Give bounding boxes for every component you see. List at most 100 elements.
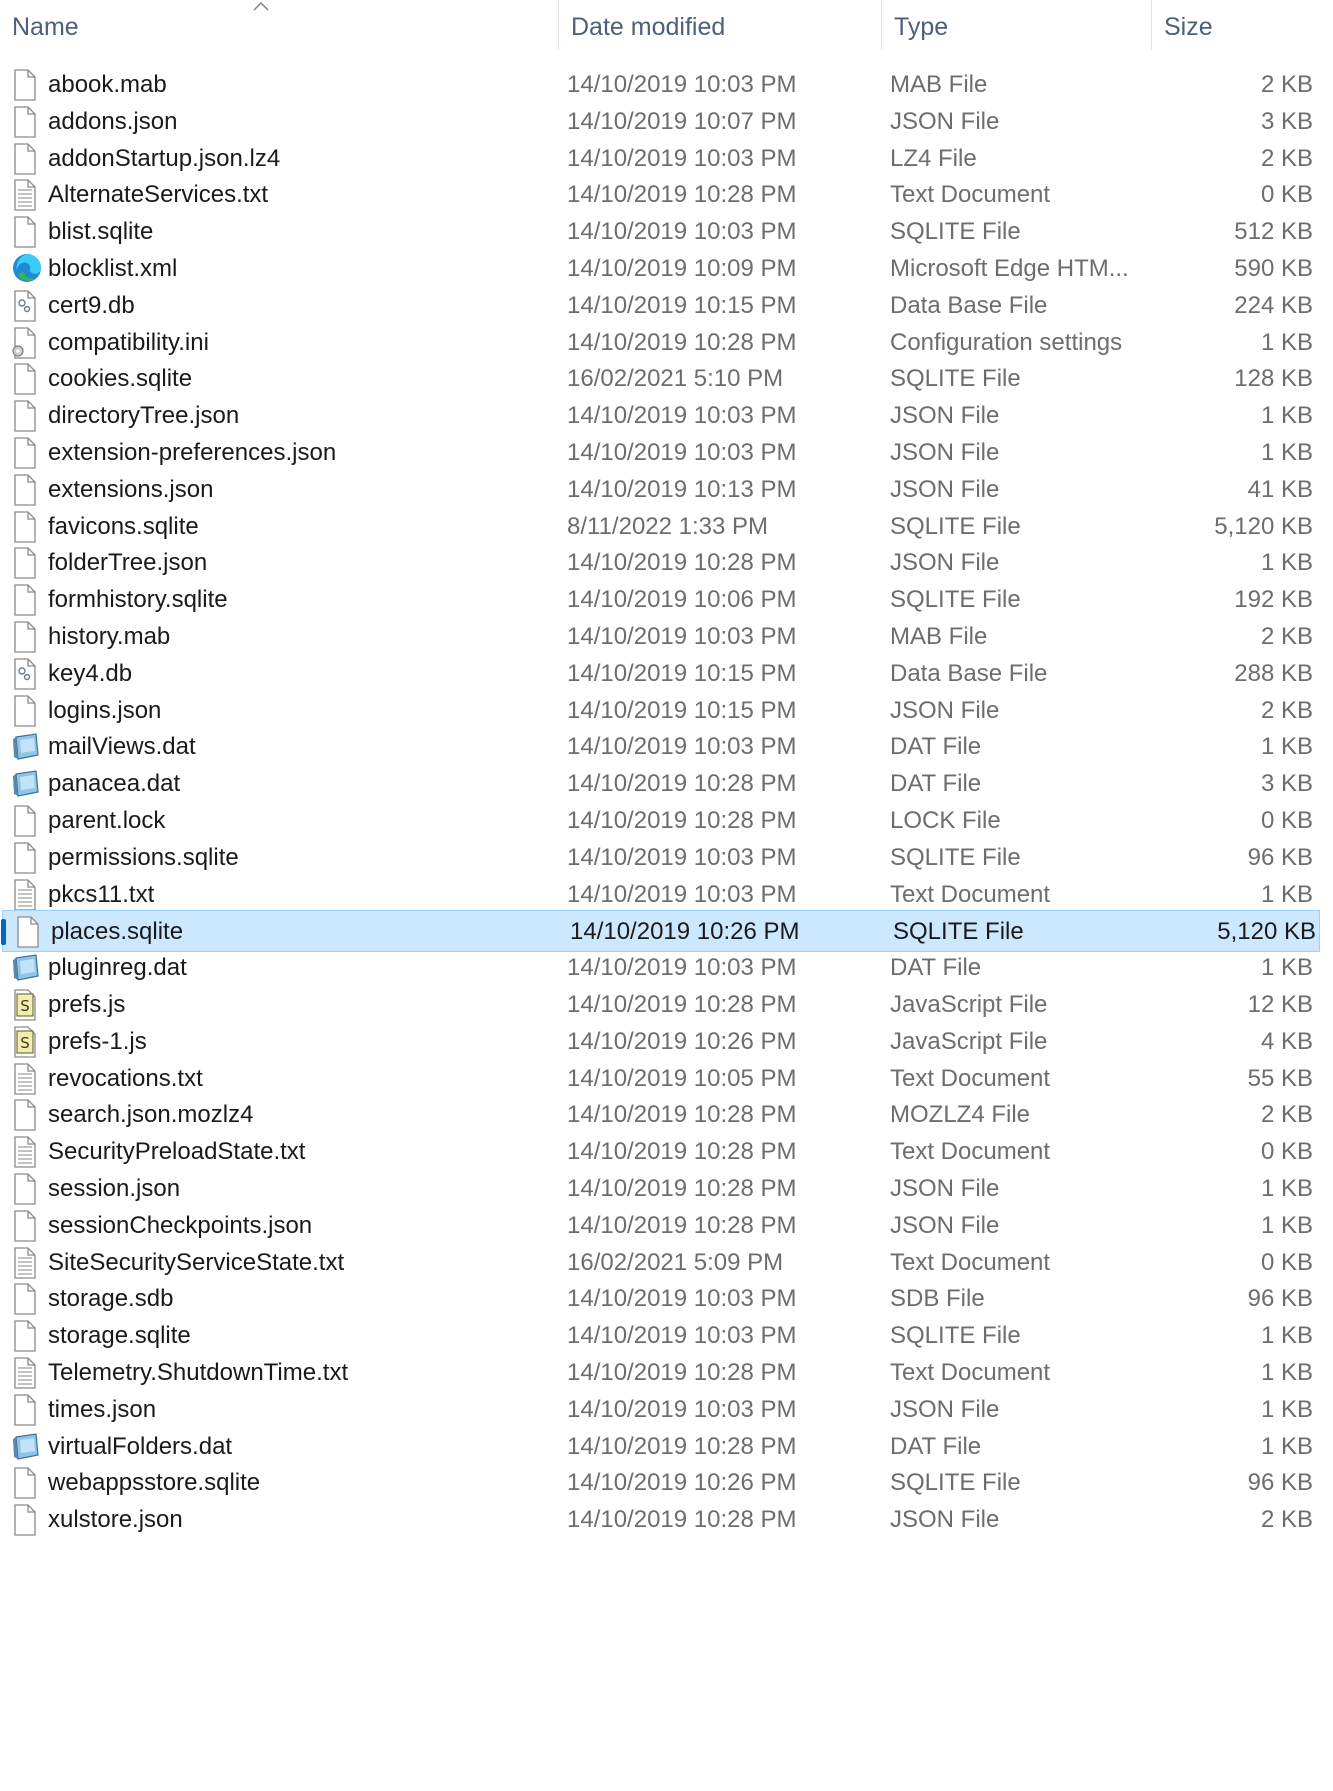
list-item[interactable]: storage.sqlite 14/10/2019 10:03 PM SQLITE … — [0, 1315, 1320, 1357]
list-item[interactable]: cookies.sqlite 16/02/2021 5:10 PM SQLITE F… — [0, 358, 1320, 400]
list-item[interactable]: extensions.json 14/10/2019 10:13 PM JSON F… — [0, 469, 1320, 511]
list-item[interactable]: parent.lock 14/10/2019 10:28 PM LOCK File 0… — [0, 800, 1320, 842]
file-size: 1 KB — [1260, 1359, 1313, 1386]
file-icon — [12, 805, 40, 837]
file-size: 128 KB — [1234, 365, 1313, 392]
file-type: JSON File — [890, 1506, 1000, 1533]
list-item[interactable]: search.json.mozlz4 14/10/2019 10:28 PM MOZ… — [0, 1094, 1320, 1136]
file-type: SQLITE File — [890, 844, 1021, 871]
list-item[interactable]: webappsstore.sqlite 14/10/2019 10:26 PM SQ… — [0, 1462, 1320, 1504]
file-size: 1 KB — [1260, 1212, 1313, 1239]
list-item[interactable]: session.json 14/10/2019 10:28 PM JSON File… — [0, 1168, 1320, 1210]
list-item[interactable]: abook.mab 14/10/2019 10:03 PM MAB File 2 KB — [0, 64, 1320, 106]
file-size: 2 KB — [1260, 1506, 1313, 1533]
list-item[interactable]: directoryTree.json 14/10/2019 10:03 PM JSO… — [0, 395, 1320, 437]
file-name: permissions.sqlite — [48, 844, 239, 871]
list-item[interactable]: pluginreg.dat 14/10/2019 10:03 PM DAT File… — [0, 947, 1320, 989]
list-item[interactable]: blist.sqlite 14/10/2019 10:03 PM SQLITE Fi… — [0, 211, 1320, 253]
date-modified: 14/10/2019 10:28 PM — [567, 181, 797, 208]
date-modified: 14/10/2019 10:28 PM — [567, 1212, 797, 1239]
file-list[interactable]: storage14/10/2019 10:03 PMFile folderabo… — [0, 42, 1333, 1791]
column-header-size[interactable]: Size — [1151, 0, 1321, 50]
file-name: SecurityPreloadState.txt — [48, 1138, 306, 1165]
list-item[interactable]: sessionCheckpoints.json 14/10/2019 10:28 … — [0, 1205, 1320, 1247]
file-size: 0 KB — [1260, 1138, 1313, 1165]
list-item[interactable]: Sprefs-1.js 14/10/2019 10:26 PM JavaScript… — [0, 1021, 1320, 1063]
file-name: blist.sqlite — [48, 218, 154, 245]
column-header-type[interactable]: Type — [881, 0, 1151, 50]
file-size: 41 KB — [1247, 476, 1313, 503]
file-name: extension-preferences.json — [48, 439, 337, 466]
date-modified: 16/02/2021 5:10 PM — [567, 365, 784, 392]
file-name: directoryTree.json — [48, 402, 240, 429]
file-size: 1 KB — [1260, 733, 1313, 760]
list-item[interactable]: places.sqlite 14/10/2019 10:26 PM SQLITE F… — [1, 910, 1320, 952]
list-item[interactable]: folderTree.json 14/10/2019 10:28 PM JSON F… — [0, 542, 1320, 584]
selection-indicator — [1, 919, 6, 945]
column-header-bar: Name Date modified Type Size — [0, 0, 1333, 50]
file-type: MOZLZ4 File — [890, 1101, 1031, 1128]
file-name: extensions.json — [48, 476, 214, 503]
file-icon — [12, 621, 40, 653]
file-name: cookies.sqlite — [48, 365, 193, 392]
list-item[interactable]: panacea.dat 14/10/2019 10:28 PM DAT File 3 … — [0, 763, 1320, 805]
file-type: DAT File — [890, 954, 982, 981]
list-item[interactable]: SecurityPreloadState.txt 14/10/2019 10:28… — [0, 1131, 1320, 1173]
file-name: Telemetry.ShutdownTime.txt — [48, 1359, 349, 1386]
list-item[interactable]: xulstore.json 14/10/2019 10:28 PM JSON Fil… — [0, 1499, 1320, 1541]
file-type: JSON File — [890, 402, 1000, 429]
list-item[interactable]: storage.sdb 14/10/2019 10:03 PM SDB File 96… — [0, 1278, 1320, 1320]
file-name: key4.db — [48, 660, 133, 687]
file-icon — [12, 1394, 40, 1426]
date-modified: 14/10/2019 10:26 PM — [567, 1469, 797, 1496]
file-size: 512 KB — [1234, 218, 1313, 245]
database-file-icon — [12, 658, 40, 690]
file-type: MAB File — [890, 623, 988, 650]
list-item[interactable]: Telemetry.ShutdownTime.txt 14/10/2019 10:… — [0, 1352, 1320, 1394]
list-item[interactable]: history.mab 14/10/2019 10:03 PM MAB File 2 … — [0, 616, 1320, 658]
settings-file-icon — [12, 327, 40, 359]
list-item[interactable]: cert9.db 14/10/2019 10:15 PM Data Base Fil… — [0, 285, 1320, 327]
file-name: sessionCheckpoints.json — [48, 1212, 313, 1239]
column-header-name[interactable]: Name — [0, 0, 558, 50]
date-modified: 14/10/2019 10:26 PM — [567, 1028, 797, 1055]
date-modified: 14/10/2019 10:28 PM — [567, 549, 797, 576]
file-size: 2 KB — [1260, 71, 1313, 98]
date-modified: 14/10/2019 10:03 PM — [567, 844, 797, 871]
column-header-date-modified[interactable]: Date modified — [558, 0, 881, 50]
list-item[interactable]: permissions.sqlite 14/10/2019 10:03 PM SQL… — [0, 837, 1320, 879]
text-file-icon — [12, 1357, 40, 1389]
file-type: Data Base File — [890, 660, 1048, 687]
file-name: storage.sqlite — [48, 1322, 191, 1349]
file-type: Microsoft Edge HTM... — [890, 255, 1129, 282]
list-item[interactable]: formhistory.sqlite 14/10/2019 10:06 PM SQL… — [0, 579, 1320, 621]
list-item[interactable]: key4.db 14/10/2019 10:15 PM Data Base File… — [0, 653, 1320, 695]
file-size: 0 KB — [1260, 181, 1313, 208]
file-icon — [12, 216, 40, 248]
file-type: Data Base File — [890, 292, 1048, 319]
text-file-icon — [12, 1063, 40, 1095]
date-modified: 14/10/2019 10:06 PM — [567, 586, 797, 613]
list-item[interactable]: AlternateServices.txt 14/10/2019 10:28 PM… — [0, 174, 1320, 216]
date-modified: 14/10/2019 10:28 PM — [567, 1101, 797, 1128]
file-name: session.json — [48, 1175, 181, 1202]
date-modified: 14/10/2019 10:28 PM — [567, 1359, 797, 1386]
list-item[interactable]: addons.json 14/10/2019 10:07 PM JSON File 3… — [0, 101, 1320, 143]
file-size: 96 KB — [1247, 844, 1313, 871]
svg-text:S: S — [20, 1034, 30, 1052]
text-file-icon — [12, 179, 40, 211]
file-type: JSON File — [890, 1175, 1000, 1202]
list-item[interactable]: times.json 14/10/2019 10:03 PM JSON File 1 … — [0, 1389, 1320, 1431]
file-size: 0 KB — [1260, 807, 1313, 834]
file-name: pluginreg.dat — [48, 954, 187, 981]
list-item[interactable]: extension-preferences.json 14/10/2019 10:… — [0, 432, 1320, 474]
file-type: JavaScript File — [890, 1028, 1048, 1055]
file-name: xulstore.json — [48, 1506, 183, 1533]
file-type: Text Document — [890, 1359, 1051, 1386]
list-item[interactable]: blocklist.xml 14/10/2019 10:09 PM Microsof… — [0, 248, 1320, 290]
list-item[interactable]: mailViews.dat 14/10/2019 10:03 PM DAT File… — [0, 726, 1320, 768]
edge-icon — [12, 253, 41, 285]
file-size: 1 KB — [1260, 549, 1313, 576]
date-modified: 14/10/2019 10:09 PM — [567, 255, 797, 282]
list-item[interactable]: Sprefs.js 14/10/2019 10:28 PM JavaScript F… — [0, 984, 1320, 1026]
